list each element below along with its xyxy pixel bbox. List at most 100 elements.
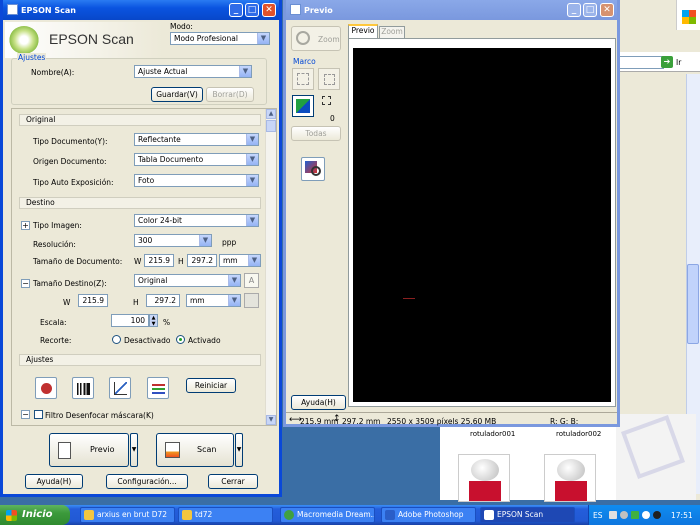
height-arrow-icon: ↕ [333,414,341,424]
tray-messenger-icon[interactable] [642,511,650,519]
chevron-down-icon[interactable]: ▼ [228,295,240,306]
escala-spinner-icon[interactable]: ▲ ▼ [149,314,158,327]
color-balance-icon[interactable] [147,377,169,399]
mode-label: Modo: [170,22,193,31]
file-thumbnail-2[interactable] [544,454,596,502]
file-name-2[interactable]: rotulador002 [556,430,601,438]
nombre-select[interactable]: Ajuste Actual ▼ [134,65,252,78]
dest-height-field[interactable]: 297.2 [146,294,180,307]
language-indicator[interactable]: ES [593,511,603,520]
file-thumbnail-1[interactable] [458,454,510,502]
chevron-down-icon[interactable]: ▼ [199,235,211,246]
maximize-button[interactable]: □ [245,3,259,17]
collapse-tamano-destino-icon[interactable]: − [21,279,30,288]
tamano-dest-select[interactable]: Original ▼ [134,274,241,287]
cerrar-button[interactable]: Cerrar [208,474,258,489]
expand-tipo-imagen-icon[interactable]: + [21,221,30,230]
histogram-icon[interactable] [35,377,57,399]
settings-scrollbar[interactable]: ▲ ▼ [265,109,276,425]
tray-network-icon[interactable] [609,511,617,519]
doc-width-field[interactable]: 215.9 [144,254,174,267]
image-type-icon[interactable] [301,157,325,181]
dest-width-field[interactable]: 215.9 [78,294,108,307]
doc-height-field[interactable]: 297.2 [187,254,217,267]
tray-volume-icon[interactable] [620,511,628,519]
scan-dropdown-icon[interactable]: ▼ [235,433,243,467]
go-arrow-icon[interactable]: ➔ [661,56,673,68]
tipo-auto-select[interactable]: Foto ▼ [134,174,259,187]
close-button[interactable]: ✕ [600,3,614,17]
tray-antivirus-icon[interactable] [631,511,639,519]
mode-select[interactable]: Modo Profesional ▼ [170,32,270,45]
resolucion-value: 300 [138,236,153,245]
resolucion-select[interactable]: 300 ▼ [134,234,212,247]
configuracion-button[interactable]: Configuración... [106,474,188,489]
tab-previo[interactable]: Previo [348,24,378,38]
tipo-imagen-select[interactable]: Color 24-bit ▼ [134,214,259,227]
chevron-down-icon[interactable]: ▼ [246,215,258,226]
file-name-1[interactable]: rotulador001 [470,430,515,438]
task-item[interactable]: Macromedia Dream... [280,507,375,523]
address-input[interactable] [616,56,664,69]
chevron-down-icon[interactable]: ▼ [246,175,258,186]
marco-select-icon[interactable] [292,68,314,90]
desactivado-radio[interactable] [112,335,121,344]
maximize-button[interactable]: □ [583,3,597,17]
task-item-active[interactable]: EPSON Scan [480,507,575,523]
tab-zoom[interactable]: Zoom [379,26,405,38]
task-item[interactable]: td72 [178,507,273,523]
guardar-button[interactable]: Guardar(V) [151,87,203,102]
filtro-label: Filtro Desenfocar máscara(K) [45,411,154,420]
scroll-thumb[interactable] [687,264,699,344]
scroll-down-icon[interactable]: ▼ [266,415,276,425]
chevron-down-icon[interactable]: ▼ [257,33,269,44]
chevron-down-icon[interactable]: ▼ [239,66,251,77]
minimize-button[interactable]: _ [567,3,581,17]
filtro-checkbox[interactable] [34,410,43,419]
scroll-thumb[interactable] [266,120,276,132]
scan-button[interactable]: Scan [156,433,234,467]
todas-button[interactable]: Todas [291,126,341,141]
previo-button[interactable]: Previo [49,433,129,467]
doc-unit-select[interactable]: mm ▼ [219,254,261,267]
preview-image[interactable] [353,48,611,402]
clock[interactable]: 17:51 [671,511,693,520]
marco-auto-icon[interactable] [292,95,314,117]
chevron-down-icon[interactable]: ▼ [248,255,260,266]
task-label: td72 [195,510,213,519]
go-label[interactable]: Ir [676,58,681,67]
zoom-button[interactable]: Zoom [291,26,341,51]
chevron-down-icon[interactable]: ▼ [228,275,240,286]
chevron-down-icon[interactable]: ▼ [246,154,258,165]
scroll-up-icon[interactable]: ▲ [266,109,276,119]
orientation-icon[interactable]: A [244,273,259,288]
activado-radio[interactable] [176,335,185,344]
tone-curve-icon[interactable] [109,377,131,399]
chevron-down-icon[interactable]: ▼ [246,134,258,145]
levels-icon[interactable] [72,377,94,399]
lock-icon[interactable] [244,293,259,308]
dest-unit-select[interactable]: mm ▼ [186,294,241,307]
borrar-button[interactable]: Borrar(D) [206,87,254,102]
resolucion-unit: ppp [222,238,237,247]
start-label: Inicio [22,509,53,520]
minimize-button[interactable]: _ [229,3,243,17]
recorte-label: Recorte: [40,336,72,345]
task-item[interactable]: Adobe Photoshop [381,507,476,523]
task-item[interactable]: arxius en brut D72 [80,507,175,523]
escala-field[interactable]: 100 [111,314,149,327]
watermark-icon [620,414,686,480]
tray-panda-icon[interactable] [653,511,661,519]
origen-select[interactable]: Tabla Documento ▼ [134,153,259,166]
close-button[interactable]: ✕ [262,3,276,17]
tipo-doc-select[interactable]: Reflectante ▼ [134,133,259,146]
collapse-filtro-icon[interactable]: − [21,410,30,419]
escala-unit: % [163,318,171,327]
preview-ayuda-button[interactable]: Ayuda(H) [291,395,346,410]
start-button[interactable]: Inicio [0,505,70,525]
previo-dropdown-icon[interactable]: ▼ [130,433,138,467]
ayuda-button[interactable]: Ayuda(H) [25,474,83,489]
tipo-auto-label: Tipo Auto Exposición: [33,178,114,187]
reiniciar-button[interactable]: Reiniciar [186,378,236,393]
marco-copy-icon[interactable] [318,68,340,90]
